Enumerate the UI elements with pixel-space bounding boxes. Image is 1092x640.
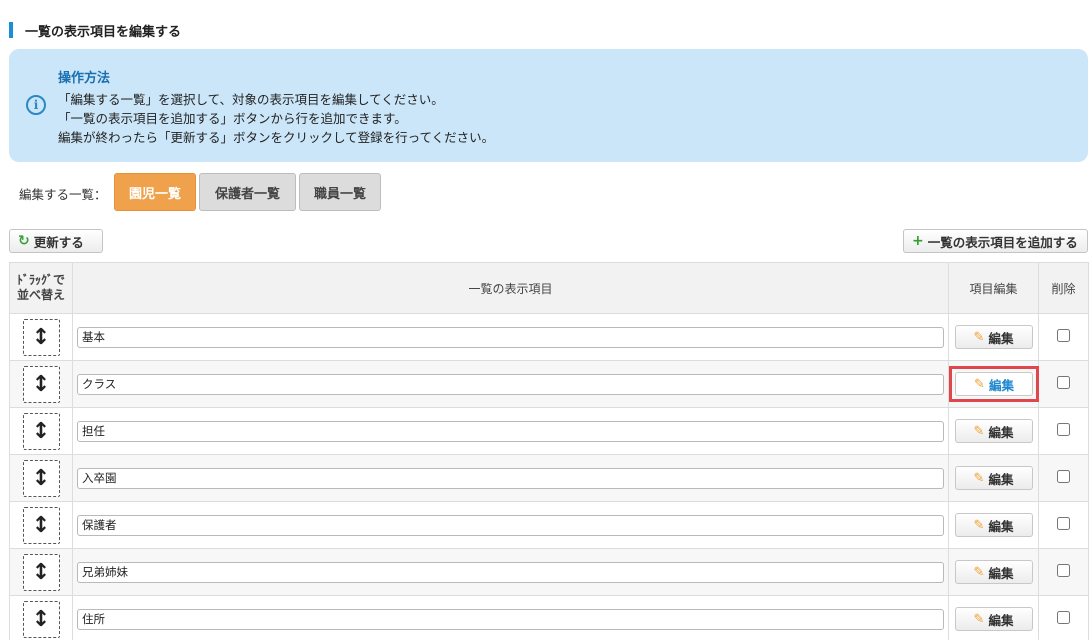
table-row: ↕ ✎編集 (9, 360, 1089, 408)
tab-children-list[interactable]: 園児一覧 (114, 173, 196, 211)
pencil-icon: ✎ (973, 470, 985, 486)
delete-checkbox[interactable] (1057, 517, 1070, 530)
highlight-box: ✎ 編集 (949, 366, 1039, 402)
tab-guardian-list[interactable]: 保護者一覧 (199, 173, 296, 211)
table-row: ↕ ✎編集 (9, 454, 1089, 502)
instructions-line-2: 「一覧の表示項目を追加する」ボタンから行を追加できます。 (58, 111, 407, 126)
table-row: ↕ ✎編集 (9, 313, 1089, 361)
refresh-icon: ↻ (18, 233, 30, 249)
tab-staff-list[interactable]: 職員一覧 (299, 173, 381, 211)
plus-icon: + (912, 233, 924, 249)
edit-button-label: 編集 (988, 612, 1014, 628)
item-name-input[interactable] (77, 467, 944, 489)
header-delete: 削除 (1038, 262, 1089, 314)
edit-button[interactable]: ✎ 編集 (954, 419, 1033, 443)
edit-button-label: 編集 (988, 377, 1014, 393)
pencil-icon: ✎ (973, 423, 985, 439)
edit-button-label: 編集 (988, 518, 1014, 534)
page-title: 一覧の表示項目を編集する (9, 21, 182, 40)
delete-checkbox[interactable] (1057, 423, 1070, 436)
instructions-box: i 操作方法 「編集する一覧」を選択して、対象の表示項目を編集してください。 「… (9, 49, 1088, 162)
edit-button-label: 編集 (988, 565, 1014, 581)
edit-button-label: 編集 (988, 424, 1014, 440)
list-selector-label: 編集する一覧： (19, 187, 107, 202)
refresh-button[interactable]: ↻ 更新する (9, 229, 103, 253)
header-drag-line-1: ﾄﾞﾗｯｸﾞで (16, 273, 65, 287)
edit-button[interactable]: ✎ 編集 (954, 513, 1033, 537)
delete-checkbox[interactable] (1057, 470, 1070, 483)
table-row: ↕ ✎編集 (9, 407, 1089, 455)
info-icon: i (26, 95, 46, 115)
table-row: ↕ ✎編集 (9, 501, 1089, 549)
delete-checkbox[interactable] (1057, 611, 1070, 624)
pencil-icon: ✎ (973, 564, 985, 580)
drag-handle-icon[interactable]: ↕ (22, 459, 60, 497)
item-name-input[interactable] (77, 373, 944, 395)
table-row: ↕ ✎編集 (9, 595, 1089, 640)
add-item-button-label: 一覧の表示項目を追加する (927, 234, 1078, 250)
instructions-line-3: 編集が終わったら「更新する」ボタンをクリックして登録を行ってください。 (58, 130, 495, 145)
display-items-table: ﾄﾞﾗｯｸﾞで 並べ替え 一覧の表示項目 項目編集 削除 ↕ ✎編集 ↕ ✎編集… (9, 262, 1089, 640)
title-accent-bar (9, 22, 13, 38)
drag-handle-icon[interactable]: ↕ (22, 318, 60, 356)
delete-checkbox[interactable] (1057, 376, 1070, 389)
instructions-line-1: 「編集する一覧」を選択して、対象の表示項目を編集してください。 (58, 92, 444, 107)
edit-button[interactable]: ✎ 編集 (954, 607, 1033, 631)
edit-button[interactable]: ✎ 編集 (954, 466, 1033, 490)
item-name-input[interactable] (77, 561, 944, 583)
delete-checkbox[interactable] (1057, 329, 1070, 342)
pencil-icon: ✎ (974, 376, 985, 392)
drag-handle-icon[interactable]: ↕ (22, 600, 60, 638)
drag-handle-icon[interactable]: ↕ (22, 506, 60, 544)
item-name-input[interactable] (77, 420, 944, 442)
edit-button[interactable]: ✎ 編集 (955, 372, 1033, 396)
header-display-item: 一覧の表示項目 (72, 262, 949, 314)
pencil-icon: ✎ (973, 611, 985, 627)
item-name-input[interactable] (77, 514, 944, 536)
item-name-input[interactable] (77, 326, 944, 348)
refresh-button-label: 更新する (33, 234, 84, 250)
edit-button-label: 編集 (988, 471, 1014, 487)
drag-handle-icon[interactable]: ↕ (22, 412, 60, 450)
pencil-icon: ✎ (973, 329, 985, 345)
item-name-input[interactable] (77, 608, 944, 630)
page-title-text: 一覧の表示項目を編集する (25, 24, 182, 40)
drag-handle-icon[interactable]: ↕ (22, 365, 60, 403)
header-drag-line-2: 並べ替え (16, 288, 65, 302)
table-header-row: ﾄﾞﾗｯｸﾞで 並べ替え 一覧の表示項目 項目編集 削除 (9, 262, 1089, 314)
pencil-icon: ✎ (973, 517, 985, 533)
instructions-title: 操作方法 (58, 71, 111, 86)
edit-button[interactable]: ✎ 編集 (954, 560, 1033, 584)
delete-checkbox[interactable] (1057, 564, 1070, 577)
drag-handle-icon[interactable]: ↕ (22, 553, 60, 591)
header-item-edit: 項目編集 (948, 262, 1039, 314)
table-row: ↕ ✎編集 (9, 548, 1089, 596)
edit-button[interactable]: ✎ 編集 (954, 325, 1033, 349)
edit-button-label: 編集 (988, 330, 1014, 346)
add-item-button[interactable]: + 一覧の表示項目を追加する (903, 229, 1088, 253)
header-drag-sort: ﾄﾞﾗｯｸﾞで 並べ替え (9, 262, 73, 314)
